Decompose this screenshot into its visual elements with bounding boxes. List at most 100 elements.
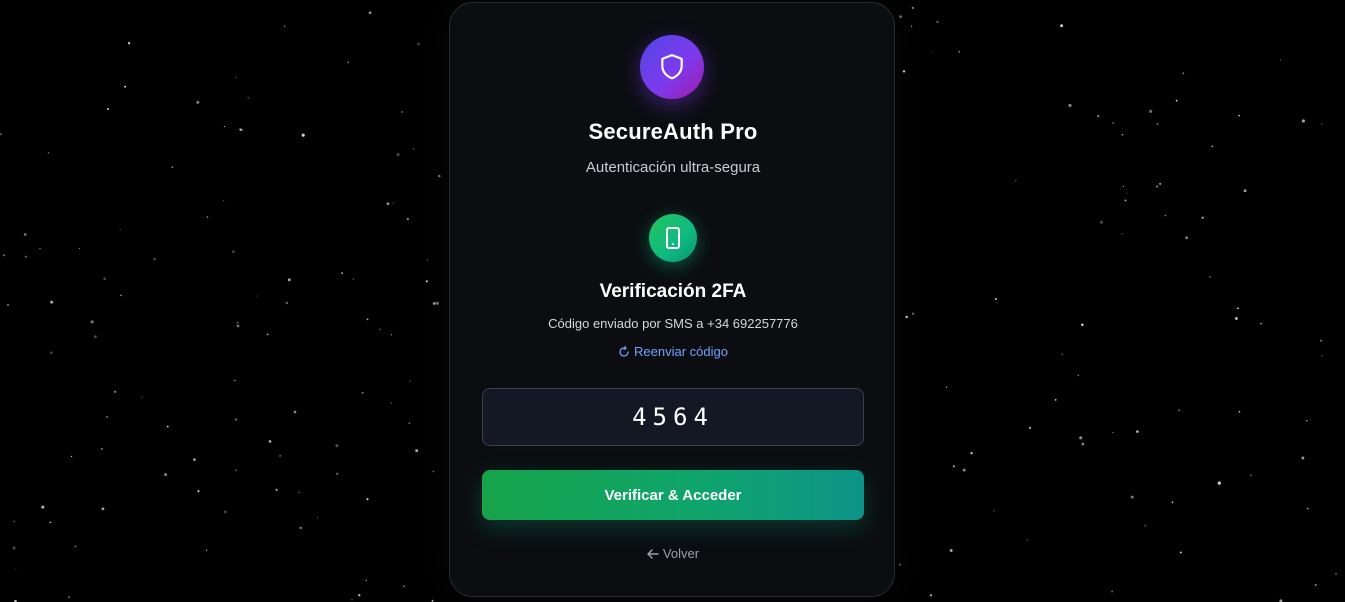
star xyxy=(101,448,103,450)
star xyxy=(949,549,953,552)
star xyxy=(67,595,71,599)
star xyxy=(994,297,997,301)
star xyxy=(23,233,27,236)
star xyxy=(6,303,10,306)
star xyxy=(1249,474,1253,477)
page-background: SecureAuth Pro Autenticación ultra-segur… xyxy=(0,0,1345,602)
star xyxy=(1124,199,1127,202)
login-card: SecureAuth Pro Autenticación ultra-segur… xyxy=(449,2,895,597)
verify-access-button[interactable]: Verificar & Acceder xyxy=(482,470,864,520)
star xyxy=(1159,182,1162,185)
star xyxy=(911,6,914,10)
star xyxy=(298,491,300,493)
star xyxy=(50,300,54,304)
star xyxy=(1211,145,1214,148)
star xyxy=(336,472,339,475)
star xyxy=(425,280,428,283)
star xyxy=(1243,189,1247,193)
star xyxy=(24,255,28,258)
star xyxy=(1175,99,1178,102)
star xyxy=(275,488,278,492)
star xyxy=(234,379,236,382)
star xyxy=(435,301,439,305)
star xyxy=(390,402,393,404)
star xyxy=(1015,180,1017,182)
star xyxy=(1321,355,1323,357)
star xyxy=(106,416,108,418)
star xyxy=(351,599,353,601)
star xyxy=(1164,214,1167,217)
star xyxy=(1081,323,1084,327)
star xyxy=(1112,431,1114,434)
star xyxy=(1178,409,1180,411)
star xyxy=(366,318,369,321)
star xyxy=(335,444,339,448)
phone-badge xyxy=(649,214,697,262)
star xyxy=(1182,72,1185,75)
back-link[interactable]: Volver xyxy=(450,546,896,561)
star xyxy=(256,295,258,297)
star xyxy=(1201,216,1204,219)
star xyxy=(119,229,121,231)
star xyxy=(196,100,200,104)
app-title: SecureAuth Pro xyxy=(588,119,758,144)
arrow-left-icon xyxy=(647,548,659,559)
sms-sent-note: Código enviado por SMS a +34 692257776 xyxy=(548,316,798,331)
star xyxy=(417,42,420,46)
star xyxy=(1136,430,1139,433)
star xyxy=(366,498,369,501)
star xyxy=(1028,426,1032,429)
verification-code-input[interactable] xyxy=(482,388,864,446)
star xyxy=(431,599,434,602)
smartphone-icon xyxy=(666,227,680,249)
star xyxy=(1156,185,1159,188)
star xyxy=(50,351,53,354)
star xyxy=(127,41,131,45)
star xyxy=(408,422,411,424)
star xyxy=(106,107,110,111)
star xyxy=(1060,24,1063,28)
star xyxy=(1026,539,1029,541)
star xyxy=(1236,307,1239,310)
star xyxy=(1335,573,1337,575)
star xyxy=(268,440,272,443)
star xyxy=(911,312,915,315)
star xyxy=(1238,411,1241,413)
star xyxy=(931,50,933,52)
star xyxy=(166,425,169,428)
star xyxy=(899,15,903,19)
star xyxy=(317,516,319,518)
star xyxy=(1121,233,1123,235)
star xyxy=(396,153,400,157)
app-subtitle: Autenticación ultra-segura xyxy=(585,159,761,176)
star xyxy=(301,133,305,137)
star xyxy=(1171,501,1174,504)
star xyxy=(415,449,419,453)
star xyxy=(293,410,297,414)
star xyxy=(13,520,15,523)
star xyxy=(1179,551,1182,554)
star xyxy=(284,25,286,27)
star xyxy=(1096,114,1100,118)
star xyxy=(1185,236,1189,240)
star xyxy=(905,315,908,319)
star xyxy=(266,333,269,336)
star xyxy=(103,277,106,281)
resend-code-label: Reenviar código xyxy=(634,344,728,359)
star xyxy=(1099,220,1104,224)
star xyxy=(403,585,406,588)
star xyxy=(1279,59,1281,61)
star xyxy=(1209,276,1211,278)
star xyxy=(1111,590,1114,593)
star xyxy=(240,128,243,132)
resend-code-link[interactable]: Reenviar código xyxy=(450,344,896,359)
star xyxy=(101,507,105,511)
star xyxy=(12,546,16,550)
star xyxy=(113,390,117,393)
star xyxy=(70,455,73,458)
star xyxy=(1144,524,1147,527)
star xyxy=(432,302,436,305)
star xyxy=(141,396,143,398)
star xyxy=(39,248,41,250)
star xyxy=(223,510,227,514)
